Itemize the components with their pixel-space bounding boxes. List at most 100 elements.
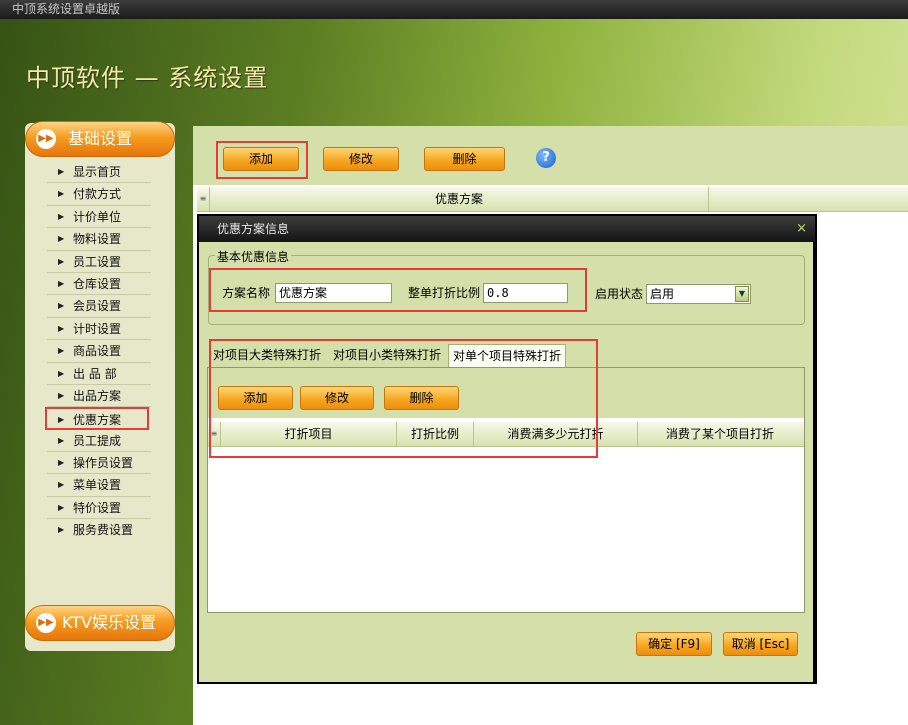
tab-subcategory-discount[interactable]: 对项目小类特殊打折 bbox=[329, 344, 445, 367]
sidebar-item-special-price[interactable]: ▶ 特价设置 bbox=[47, 497, 151, 520]
basic-info-fieldset: 基本优惠信息 方案名称 优惠方案 整单打折比例 0.8 启用状态 启用 ▼ bbox=[208, 248, 805, 325]
dialog-titlebar: 优惠方案信息 × bbox=[199, 216, 815, 242]
tab-category-discount[interactable]: 对项目大类特殊打折 bbox=[209, 344, 325, 367]
sidebar-item-label: 仓库设置 bbox=[73, 276, 122, 291]
sidebar-item-operator[interactable]: ▶ 操作员设置 bbox=[47, 452, 151, 475]
caret-right-icon: ▶ bbox=[58, 211, 65, 221]
group-basic-settings[interactable]: ▶▶ 基础设置 bbox=[25, 121, 175, 157]
fast-forward-icon: ▶▶ bbox=[36, 613, 56, 633]
discount-plan-grid-header: ≡ 优惠方案 bbox=[197, 187, 908, 212]
fast-forward-icon: ▶▶ bbox=[36, 129, 56, 149]
main-toolbar: 添加 修改 删除 ? bbox=[193, 126, 908, 185]
close-icon[interactable]: × bbox=[796, 216, 807, 242]
caret-right-icon: ▶ bbox=[58, 256, 65, 266]
caret-right-icon: ▶ bbox=[58, 301, 65, 311]
tab-panel: 添加 修改 删除 ≡ 打折项目 打折比例 消费满多少元打折 消费了某个项目打折 bbox=[207, 367, 805, 613]
item-discount-grid-header: ≡ 打折项目 打折比例 消费满多少元打折 消费了某个项目打折 bbox=[208, 422, 804, 447]
sidebar-item-label: 出品方案 bbox=[73, 388, 122, 403]
sidebar-item-goods[interactable]: ▶ 商品设置 bbox=[47, 340, 151, 363]
caret-right-icon: ▶ bbox=[58, 390, 65, 400]
caret-right-icon: ▶ bbox=[58, 189, 65, 199]
delete-button[interactable]: 删除 bbox=[424, 147, 505, 171]
sidebar-item-label: 员工设置 bbox=[73, 254, 122, 269]
caret-right-icon: ▶ bbox=[58, 435, 65, 445]
ok-button[interactable]: 确定 [F9] bbox=[636, 632, 712, 656]
column-header[interactable]: 优惠方案 bbox=[210, 187, 709, 211]
edit-button[interactable]: 修改 bbox=[323, 147, 399, 171]
sub-add-button[interactable]: 添加 bbox=[218, 386, 293, 410]
caret-right-icon: ▶ bbox=[58, 502, 65, 512]
sidebar-item-label: 付款方式 bbox=[73, 187, 122, 202]
discount-ratio-input[interactable]: 0.8 bbox=[483, 283, 568, 303]
sidebar-item-label: 服务费设置 bbox=[73, 523, 134, 538]
window-titlebar: 中顶系统设置卓越版 bbox=[0, 0, 908, 19]
plan-name-label: 方案名称 bbox=[222, 286, 271, 300]
sidebar-item-label: 商品设置 bbox=[73, 344, 122, 359]
caret-right-icon: ▶ bbox=[58, 415, 65, 425]
row-selector-icon: ≡ bbox=[208, 422, 221, 446]
tab-item-discount[interactable]: 对单个项目特殊打折 bbox=[448, 344, 567, 367]
group-ktv-settings-label: KTV娱乐设置 bbox=[62, 613, 156, 632]
status-select-value: 启用 bbox=[650, 287, 675, 301]
sub-toolbar: 添加 修改 删除 bbox=[208, 368, 804, 418]
sidebar-item-label: 出 品 部 bbox=[73, 366, 117, 381]
cancel-button[interactable]: 取消 [Esc] bbox=[723, 632, 798, 656]
sidebar-item-member[interactable]: ▶ 会员设置 bbox=[47, 295, 151, 318]
column-header[interactable]: 消费满多少元打折 bbox=[474, 422, 638, 446]
column-header[interactable]: 打折比例 bbox=[397, 422, 474, 446]
sidebar-item-timer[interactable]: ▶ 计时设置 bbox=[47, 318, 151, 341]
sub-edit-button[interactable]: 修改 bbox=[300, 386, 374, 410]
sidebar-item-label: 物料设置 bbox=[73, 232, 122, 247]
sidebar-item-label: 优惠方案 bbox=[73, 413, 122, 428]
caret-right-icon: ▶ bbox=[58, 480, 65, 490]
sidebar-item-unit[interactable]: ▶ 计价单位 bbox=[47, 206, 151, 229]
caret-right-icon: ▶ bbox=[58, 525, 65, 535]
fieldset-legend: 基本优惠信息 bbox=[215, 248, 292, 265]
help-icon[interactable]: ? bbox=[536, 148, 556, 168]
app-window: 中顶系统设置卓越版 中顶软件 — 系统设置 ▶▶ 基础设置 ▶ 显示首页 ▶ 付款方… bbox=[0, 0, 908, 725]
sidebar: ▶▶ 基础设置 ▶ 显示首页 ▶ 付款方式 ▶ 计价单位 ▶ 物料设置 ▶ 员工设置 ▶ 仓… bbox=[25, 121, 175, 651]
discount-ratio-label: 整单打折比例 bbox=[408, 286, 481, 300]
caret-right-icon: ▶ bbox=[58, 368, 65, 378]
dialog-title: 优惠方案信息 bbox=[217, 222, 290, 236]
sidebar-item-service-fee[interactable]: ▶ 服务费设置 bbox=[47, 519, 151, 541]
sidebar-item-discount-plan[interactable]: ▶ 优惠方案 bbox=[45, 407, 149, 430]
caret-right-icon: ▶ bbox=[58, 346, 65, 356]
sidebar-item-commission[interactable]: ▶ 员工提成 bbox=[47, 430, 151, 453]
status-label: 启用状态 bbox=[595, 287, 644, 301]
status-select[interactable]: 启用 ▼ bbox=[646, 284, 751, 304]
group-basic-settings-label: 基础设置 bbox=[68, 129, 133, 148]
dialog-body: 基本优惠信息 方案名称 优惠方案 整单打折比例 0.8 启用状态 启用 ▼ 对项… bbox=[199, 242, 813, 682]
sidebar-item-label: 会员设置 bbox=[73, 299, 122, 314]
sidebar-item-label: 计时设置 bbox=[73, 321, 122, 336]
add-button[interactable]: 添加 bbox=[223, 147, 299, 171]
column-header[interactable]: 消费了某个项目打折 bbox=[638, 422, 802, 446]
sidebar-item-warehouse[interactable]: ▶ 仓库设置 bbox=[47, 273, 151, 296]
column-header[interactable]: 打折项目 bbox=[221, 422, 397, 446]
sidebar-item-material[interactable]: ▶ 物料设置 bbox=[47, 228, 151, 251]
sidebar-item-staff[interactable]: ▶ 员工设置 bbox=[47, 251, 151, 273]
sidebar-item-label: 计价单位 bbox=[73, 209, 122, 224]
column-header[interactable] bbox=[709, 187, 907, 211]
sidebar-item-payment[interactable]: ▶ 付款方式 bbox=[47, 183, 151, 206]
sidebar-item-label: 员工提成 bbox=[73, 433, 122, 448]
sidebar-nav-list: ▶ 显示首页 ▶ 付款方式 ▶ 计价单位 ▶ 物料设置 ▶ 员工设置 ▶ 仓库设置 ▶ 会员设… bbox=[45, 161, 175, 542]
discount-plan-dialog: 优惠方案信息 × 基本优惠信息 方案名称 优惠方案 整单打折比例 0.8 启用状… bbox=[197, 214, 817, 684]
sidebar-item-output-plan[interactable]: ▶ 出品方案 bbox=[47, 385, 151, 408]
plan-name-input[interactable]: 优惠方案 bbox=[275, 283, 392, 303]
caret-right-icon: ▶ bbox=[58, 167, 65, 176]
sidebar-item-label: 特价设置 bbox=[73, 500, 122, 515]
caret-right-icon: ▶ bbox=[58, 323, 65, 333]
sidebar-item-label: 显示首页 bbox=[73, 165, 122, 179]
chevron-down-icon[interactable]: ▼ bbox=[735, 286, 749, 302]
app-title: 中顶软件 — 系统设置 bbox=[26, 64, 269, 92]
sidebar-item-label: 菜单设置 bbox=[73, 478, 122, 493]
group-ktv-settings[interactable]: ▶▶ KTV娱乐设置 bbox=[25, 605, 175, 641]
sub-delete-button[interactable]: 删除 bbox=[384, 386, 459, 410]
row-selector-icon: ≡ bbox=[197, 187, 210, 211]
caret-right-icon: ▶ bbox=[58, 278, 65, 288]
sidebar-item-output-dept[interactable]: ▶ 出 品 部 bbox=[47, 363, 151, 385]
sidebar-item-home[interactable]: ▶ 显示首页 bbox=[47, 161, 151, 184]
sidebar-item-label: 操作员设置 bbox=[73, 456, 134, 471]
sidebar-item-menu[interactable]: ▶ 菜单设置 bbox=[47, 474, 151, 497]
